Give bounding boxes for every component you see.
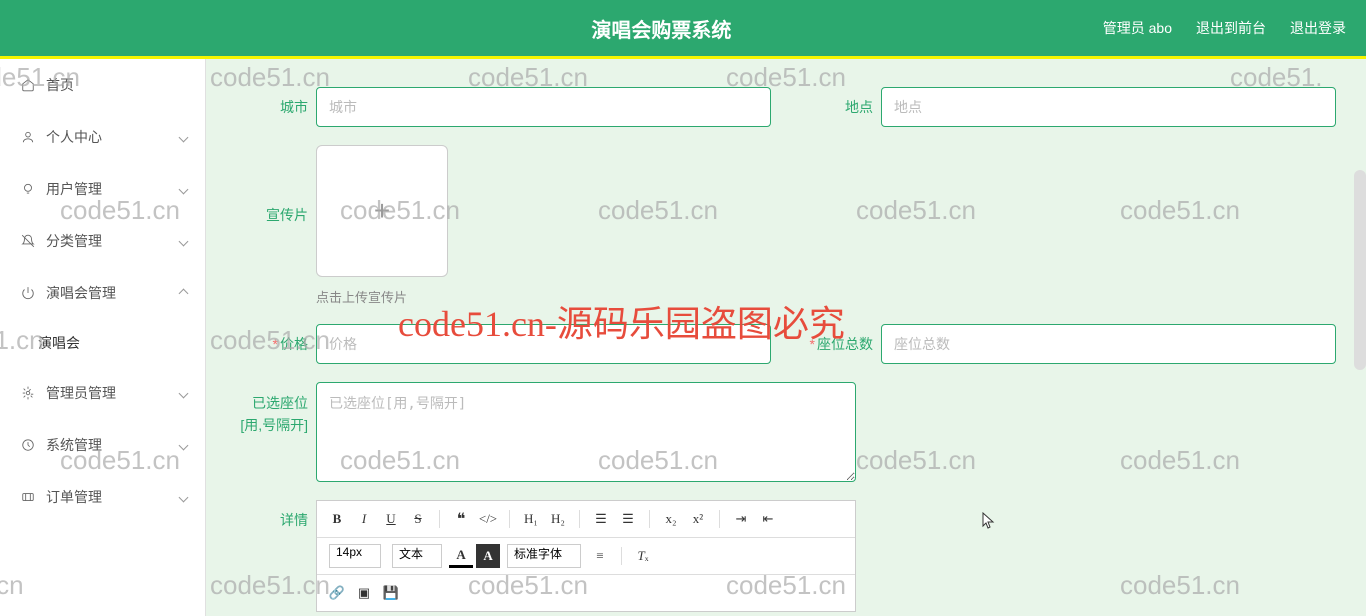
list-ol-button[interactable]: ☰	[589, 507, 613, 531]
sidebar-label: 演唱会管理	[46, 283, 116, 303]
sidebar-item-personal[interactable]: 个人中心	[0, 111, 205, 163]
seats-input[interactable]	[881, 324, 1336, 364]
sidebar-label: 管理员管理	[46, 383, 116, 403]
sidebar-item-order-mgmt[interactable]: 订单管理	[0, 471, 205, 523]
bg-color-button[interactable]: A	[476, 544, 500, 568]
selected-seats-label: 已选座位[用,号隔开]	[236, 382, 308, 437]
align-button[interactable]: ≡	[588, 544, 612, 568]
sidebar-label: 系统管理	[46, 435, 102, 455]
top-nav: 演唱会购票系统 管理员 abo 退出到前台 退出登录	[0, 0, 1366, 56]
bulb-icon	[20, 181, 36, 197]
location-label: 地点	[801, 87, 873, 117]
link-button[interactable]: 🔗	[325, 581, 349, 605]
editor-toolbar: B I U S ❝ </> H₁ H₂ ☰ ☰ x₂	[317, 501, 855, 538]
text-type-select[interactable]: 文本	[392, 544, 442, 568]
ticket-icon	[20, 489, 36, 505]
code-button[interactable]: </>	[476, 507, 500, 531]
upload-box[interactable]: +	[316, 145, 448, 277]
font-size-select[interactable]: 14px	[329, 544, 381, 568]
outdent-button[interactable]: ⇤	[756, 507, 780, 531]
seats-label: *座位总数	[801, 324, 873, 354]
admin-label[interactable]: 管理员 abo	[1103, 18, 1172, 38]
image-button[interactable]: ▣	[352, 581, 376, 605]
selected-seats-textarea[interactable]	[316, 382, 856, 482]
font-family-select[interactable]: 标准字体	[507, 544, 581, 568]
city-label: 城市	[236, 87, 308, 117]
city-input[interactable]	[316, 87, 771, 127]
sidebar-subitem-concert[interactable]: 演唱会	[0, 319, 205, 367]
sidebar: 首页 个人中心 用户管理 分类管理 演唱会管理 演唱会 管理员管理 系统管理	[0, 59, 206, 616]
home-icon	[20, 77, 36, 93]
sidebar-item-home[interactable]: 首页	[0, 59, 205, 111]
quote-button[interactable]: ❝	[449, 507, 473, 531]
location-input[interactable]	[881, 87, 1336, 127]
clear-format-button[interactable]: Tₓ	[631, 544, 655, 568]
price-label: *价格	[236, 324, 308, 354]
separator	[579, 510, 580, 528]
gear-icon	[20, 385, 36, 401]
save-button[interactable]: 💾	[379, 581, 403, 605]
underline-button[interactable]: U	[379, 507, 403, 531]
sidebar-item-category-mgmt[interactable]: 分类管理	[0, 215, 205, 267]
sidebar-label: 用户管理	[46, 179, 102, 199]
separator	[439, 510, 440, 528]
sidebar-item-admin-mgmt[interactable]: 管理员管理	[0, 367, 205, 419]
sidebar-label: 个人中心	[46, 127, 102, 147]
h1-button[interactable]: H₁	[519, 507, 543, 531]
app-title: 演唱会购票系统	[220, 14, 1103, 43]
detail-label: 详情	[236, 500, 308, 530]
sidebar-item-system-mgmt[interactable]: 系统管理	[0, 419, 205, 471]
sidebar-item-user-mgmt[interactable]: 用户管理	[0, 163, 205, 215]
sidebar-item-concert-mgmt[interactable]: 演唱会管理	[0, 267, 205, 319]
sidebar-label: 分类管理	[46, 231, 102, 251]
form-content: 城市 地点 宣传片 + 点击上传宣传片 *价格	[206, 59, 1366, 616]
sidebar-label: 首页	[46, 75, 74, 95]
logout-link[interactable]: 退出登录	[1290, 18, 1346, 38]
separator	[509, 510, 510, 528]
power-icon	[20, 285, 36, 301]
rich-text-editor: B I U S ❝ </> H₁ H₂ ☰ ☰ x₂	[316, 500, 856, 612]
strike-button[interactable]: S	[406, 507, 430, 531]
separator	[649, 510, 650, 528]
separator	[621, 547, 622, 565]
subscript-button[interactable]: x₂	[659, 507, 683, 531]
upload-hint: 点击上传宣传片	[316, 287, 448, 306]
price-input[interactable]	[316, 324, 771, 364]
promo-label: 宣传片	[236, 145, 308, 225]
bell-off-icon	[20, 233, 36, 249]
bold-button[interactable]: B	[325, 507, 349, 531]
clock-icon	[20, 437, 36, 453]
editor-toolbar-3: 🔗 ▣ 💾	[317, 575, 855, 611]
list-ul-button[interactable]: ☰	[616, 507, 640, 531]
editor-toolbar-2: 14px 文本 A A 标准字体 ≡ Tₓ	[317, 538, 855, 575]
h2-button[interactable]: H₂	[546, 507, 570, 531]
separator	[719, 510, 720, 528]
exit-to-front-link[interactable]: 退出到前台	[1196, 18, 1266, 38]
scrollbar[interactable]	[1354, 170, 1366, 370]
sidebar-label: 订单管理	[46, 487, 102, 507]
font-color-button[interactable]: A	[449, 544, 473, 568]
user-icon	[20, 129, 36, 145]
plus-icon: +	[374, 195, 390, 227]
italic-button[interactable]: I	[352, 507, 376, 531]
indent-button[interactable]: ⇥	[729, 507, 753, 531]
cursor-icon	[982, 512, 996, 533]
superscript-button[interactable]: x²	[686, 507, 710, 531]
